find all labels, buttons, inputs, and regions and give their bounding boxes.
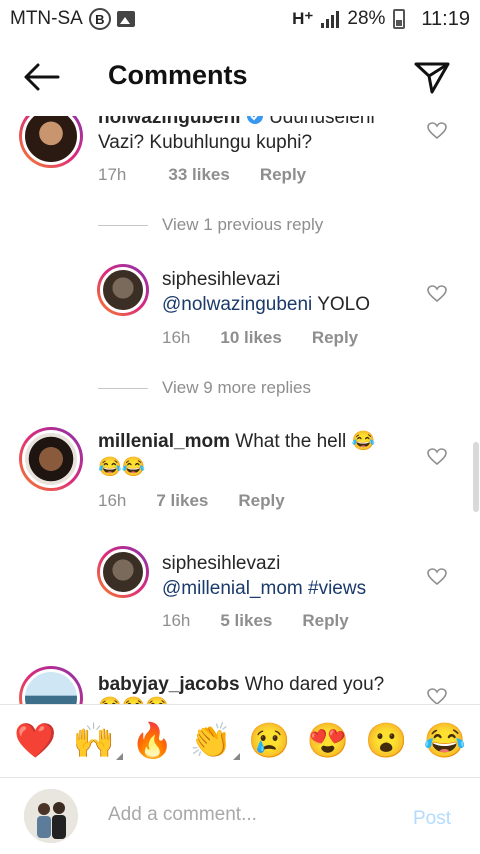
- skin-tone-indicator-icon: [232, 753, 240, 760]
- comment-text: What the hell 😂: [230, 431, 376, 452]
- reply-username[interactable]: siphesihlevazi: [162, 550, 280, 577]
- comment-likes[interactable]: 33 likes: [168, 165, 229, 185]
- reply-time: 16h: [162, 611, 191, 630]
- comment-username[interactable]: millenial_mom: [98, 431, 230, 452]
- emoji-raised-hands-button[interactable]: 🙌: [72, 722, 123, 760]
- emoji-clap-button[interactable]: 👏: [189, 722, 240, 760]
- network-type-label: H⁺: [292, 9, 314, 28]
- reply-likes[interactable]: 10 likes: [220, 328, 281, 348]
- mention-link[interactable]: @millenial_mom: [162, 578, 303, 599]
- reply-username[interactable]: siphesihlevazi: [162, 266, 280, 293]
- comment-composer: Post: [0, 778, 480, 854]
- scrollbar[interactable]: [473, 442, 479, 512]
- comments-list[interactable]: nolwazingubeni Uduhuseleni Vazi? Kubuhlu…: [0, 116, 480, 704]
- avatar: [24, 789, 78, 843]
- mention-link[interactable]: @nolwazingubeni: [162, 294, 312, 315]
- emoji-heart-eyes-button[interactable]: 😍: [307, 724, 349, 758]
- page-title: Comments: [108, 60, 248, 90]
- skin-tone-indicator-icon: [115, 753, 123, 760]
- emoji-fire-button[interactable]: 🔥: [131, 724, 173, 758]
- avatar[interactable]: [19, 427, 83, 491]
- comment-text-line2: 😂😂😂: [98, 694, 169, 704]
- signal-strength-icon: [321, 10, 340, 28]
- emoji-clap-glyph: 👏: [189, 722, 232, 760]
- like-heart-icon[interactable]: [427, 688, 447, 704]
- reply-button[interactable]: Reply: [302, 611, 348, 631]
- user-photo-icon: [24, 789, 78, 843]
- emoji-laughing-button[interactable]: 😂: [424, 724, 466, 758]
- comment-input[interactable]: [108, 804, 388, 826]
- emoji-raised-hands-glyph: 🙌: [72, 722, 115, 760]
- divider: [98, 224, 148, 226]
- gallery-notification-icon: [116, 11, 135, 27]
- direct-send-icon[interactable]: [412, 58, 452, 98]
- emoji-surprised-button[interactable]: 😮: [365, 724, 407, 758]
- battery-percent: 28%: [347, 8, 386, 29]
- verified-badge-icon: [246, 116, 263, 124]
- divider: [98, 387, 148, 389]
- comment-text: Vazi? Kubuhlungu kuphi?: [98, 132, 313, 153]
- comment-text: Who dared you?: [239, 674, 385, 695]
- view-more-replies[interactable]: View 9 more replies: [98, 378, 311, 398]
- reply-likes[interactable]: 5 likes: [220, 611, 272, 631]
- clock: 11:19: [421, 7, 470, 30]
- comment-username[interactable]: babyjay_jacobs: [98, 674, 240, 695]
- reply-text: YOLO: [312, 294, 371, 315]
- back-arrow-icon[interactable]: [22, 62, 62, 92]
- reply-button[interactable]: Reply: [312, 328, 358, 348]
- like-heart-icon[interactable]: [427, 122, 447, 140]
- like-heart-icon[interactable]: [427, 285, 447, 303]
- status-bar: MTN-SA B H⁺ 28% 11:19: [0, 0, 480, 38]
- reply-time: 16h: [162, 328, 191, 347]
- avatar[interactable]: [19, 116, 83, 168]
- reply-button[interactable]: Reply: [260, 165, 306, 185]
- emoji-heart-button[interactable]: ❤️: [14, 724, 56, 758]
- avatar[interactable]: [19, 666, 83, 704]
- view-previous-replies[interactable]: View 1 previous reply: [98, 215, 323, 235]
- comment-text-line2: 😂😂: [98, 457, 146, 478]
- carrier-label: MTN-SA: [10, 8, 83, 29]
- comment-time: 17h: [98, 165, 127, 184]
- like-heart-icon[interactable]: [427, 448, 447, 466]
- view-previous-label[interactable]: View 1 previous reply: [162, 215, 323, 235]
- comment-username[interactable]: nolwazingubeni: [98, 116, 241, 128]
- battery-icon: [393, 9, 406, 29]
- emoji-crying-button[interactable]: 😢: [248, 724, 290, 758]
- view-more-label[interactable]: View 9 more replies: [162, 378, 311, 398]
- comment-text-tail: Uduhuseleni: [269, 116, 375, 128]
- avatar[interactable]: [97, 264, 149, 316]
- app-header: Comments: [0, 40, 480, 116]
- avatar[interactable]: [97, 546, 149, 598]
- hashtag-link[interactable]: #views: [303, 578, 366, 599]
- post-button[interactable]: Post: [413, 808, 451, 830]
- comment-time: 16h: [98, 491, 127, 510]
- like-heart-icon[interactable]: [427, 568, 447, 586]
- b-badge-icon: B: [88, 8, 111, 30]
- emoji-quick-bar: ❤️ 🙌 🔥 👏 😢 😍 😮 😂: [0, 704, 480, 778]
- reply-button[interactable]: Reply: [238, 491, 284, 511]
- comment-likes[interactable]: 7 likes: [156, 491, 208, 511]
